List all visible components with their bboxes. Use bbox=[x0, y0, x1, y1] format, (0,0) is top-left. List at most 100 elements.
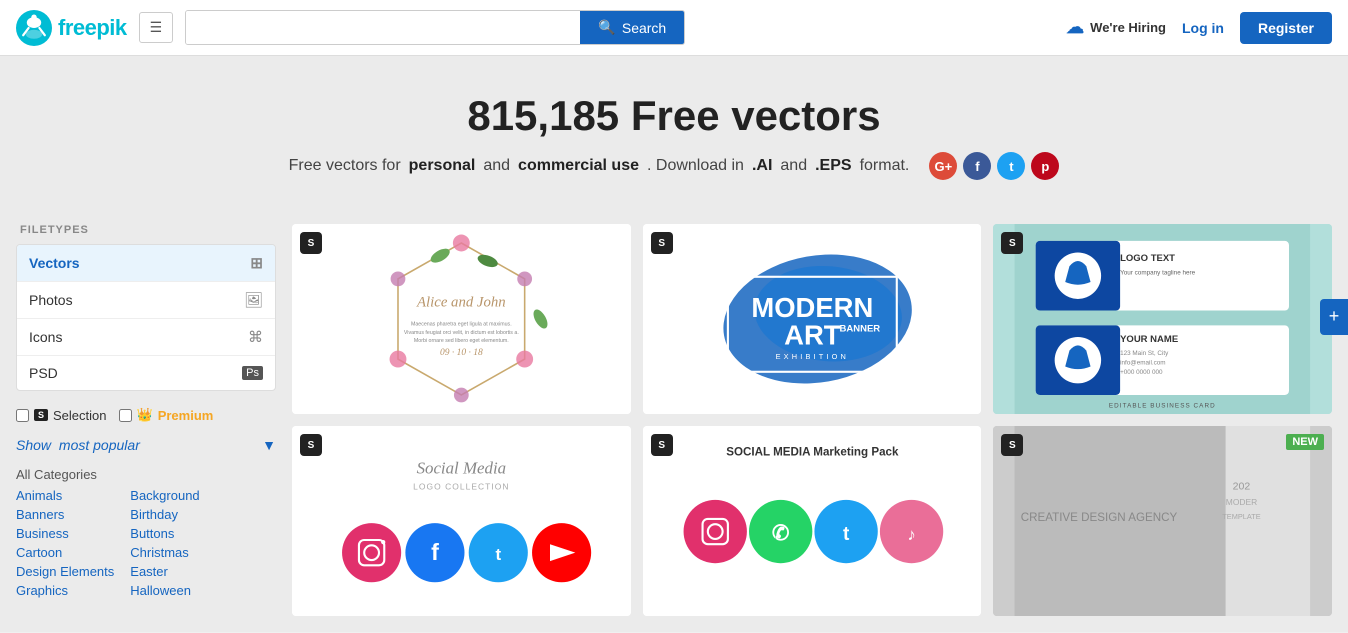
svg-text:ART: ART bbox=[784, 319, 841, 350]
subtitle-start: Free vectors for bbox=[289, 157, 401, 175]
search-btn-label: Search bbox=[622, 20, 666, 36]
search-button[interactable]: 🔍 Search bbox=[580, 11, 684, 44]
svg-text:TEMPLATE: TEMPLATE bbox=[1223, 512, 1261, 521]
svg-text:Maecenas pharetra eget ligula: Maecenas pharetra eget ligula at maximus… bbox=[411, 321, 512, 327]
grid-item-2[interactable]: S MODERN ART BANNER EXHIBITION bbox=[643, 224, 982, 414]
svg-text:+000 0000 000: +000 0000 000 bbox=[1120, 369, 1163, 376]
bold-eps: .EPS bbox=[815, 157, 851, 175]
mid-and: and bbox=[483, 157, 510, 175]
hamburger-button[interactable]: ☰ bbox=[139, 12, 174, 43]
pinterest-link[interactable]: p bbox=[1031, 152, 1059, 180]
svg-text:t: t bbox=[843, 524, 850, 545]
svg-text:Morbi ornare sed libero eget e: Morbi ornare sed libero eget elementum. bbox=[414, 338, 509, 344]
register-button[interactable]: Register bbox=[1240, 12, 1332, 44]
cat-birthday[interactable]: Birthday bbox=[130, 507, 199, 522]
grid-item-6[interactable]: S NEW 202 MODER TEMPLATE CREATIVE DESIGN… bbox=[993, 426, 1332, 616]
cat-buttons[interactable]: Buttons bbox=[130, 526, 199, 541]
s-badge-6: S bbox=[1001, 434, 1023, 456]
s-badge-4: S bbox=[300, 434, 322, 456]
svg-text:LOGO TEXT: LOGO TEXT bbox=[1120, 253, 1175, 264]
svg-text:123 Main St, City: 123 Main St, City bbox=[1120, 350, 1169, 357]
filetype-vectors[interactable]: Vectors ⊞ bbox=[17, 245, 275, 282]
logo-icon bbox=[16, 10, 52, 46]
hiring-link[interactable]: ☁ We're Hiring bbox=[1066, 17, 1166, 38]
cloud-icon: ☁ bbox=[1066, 17, 1084, 38]
most-popular-label: most popular bbox=[59, 437, 140, 453]
premium-checkbox[interactable] bbox=[119, 409, 132, 422]
cat-christmas[interactable]: Christmas bbox=[130, 545, 199, 560]
grid-item-2-inner: S MODERN ART BANNER EXHIBITION bbox=[643, 224, 982, 414]
grid-item-5[interactable]: S SOCIAL MEDIA Marketing Pack ✆ t bbox=[643, 426, 982, 616]
filetype-psd[interactable]: PSD Ps bbox=[17, 356, 275, 390]
svg-text:MODER: MODER bbox=[1226, 497, 1257, 507]
facebook-link[interactable]: f bbox=[963, 152, 991, 180]
cat-banners[interactable]: Banners bbox=[16, 507, 114, 522]
filetype-psd-label: PSD bbox=[29, 365, 58, 381]
selection-filter[interactable]: S Selection bbox=[16, 408, 107, 423]
hero-title: 815,185 Free vectors bbox=[16, 92, 1332, 140]
expand-sidebar-button[interactable]: + bbox=[1320, 299, 1348, 335]
svg-text:Alice and John: Alice and John bbox=[416, 294, 506, 310]
floral-svg: Alice and John Maecenas pharetra eget li… bbox=[292, 224, 631, 414]
logo[interactable]: freepik bbox=[16, 10, 127, 46]
grid-item-4[interactable]: S Social Media LOGO COLLECTION f t bbox=[292, 426, 631, 616]
categories-section: All Categories Animals Banners Business … bbox=[16, 467, 276, 598]
grid-item-1[interactable]: S bbox=[292, 224, 631, 414]
filetype-icons[interactable]: Icons ⌘ bbox=[17, 319, 275, 356]
logo-text: freepik bbox=[58, 15, 127, 41]
s-badge-5: S bbox=[651, 434, 673, 456]
filetypes-title: FILETYPES bbox=[16, 224, 276, 236]
premium-crown-icon: 👑 bbox=[137, 407, 153, 423]
business-svg: LOGO TEXT Your company tagline here YOUR… bbox=[993, 224, 1332, 414]
cat-animals[interactable]: Animals bbox=[16, 488, 114, 503]
svg-text:CREATIVE DESIGN AGENCY: CREATIVE DESIGN AGENCY bbox=[1021, 511, 1178, 524]
cat-graphics[interactable]: Graphics bbox=[16, 583, 114, 598]
cat-business[interactable]: Business bbox=[16, 526, 114, 541]
filetype-list: Vectors ⊞ Photos 🖼 Icons ⌘ PSD Ps bbox=[16, 244, 276, 391]
cat-easter[interactable]: Easter bbox=[130, 564, 199, 579]
hero-section: 815,185 Free vectors Free vectors for pe… bbox=[0, 56, 1348, 208]
cat-halloween[interactable]: Halloween bbox=[130, 583, 199, 598]
category-col-1: Animals Banners Business Cartoon Design … bbox=[16, 488, 114, 598]
show-label: Show bbox=[16, 437, 51, 453]
search-input[interactable] bbox=[186, 11, 580, 44]
dropdown-arrow-icon: ▼ bbox=[262, 437, 276, 453]
s-badge-1: S bbox=[300, 232, 322, 254]
filetype-photos[interactable]: Photos 🖼 bbox=[17, 282, 275, 319]
hero-subtitle: Free vectors for personal and commercial… bbox=[16, 152, 1332, 180]
grid-item-3[interactable]: S LOGO TEXT Your company tagline here bbox=[993, 224, 1332, 414]
hiring-label: We're Hiring bbox=[1090, 20, 1166, 35]
premium-filter[interactable]: 👑 Premium bbox=[119, 407, 214, 423]
filetype-vectors-label: Vectors bbox=[29, 255, 80, 271]
cat-design-elements[interactable]: Design Elements bbox=[16, 564, 114, 579]
cat-background[interactable]: Background bbox=[130, 488, 199, 503]
selection-checkbox[interactable] bbox=[16, 409, 29, 422]
new-svg: 202 MODER TEMPLATE CREATIVE DESIGN AGENC… bbox=[993, 426, 1332, 616]
twitter-link[interactable]: t bbox=[997, 152, 1025, 180]
image-grid: S bbox=[292, 224, 1332, 616]
svg-text:202: 202 bbox=[1233, 480, 1251, 492]
header-right: ☁ We're Hiring Log in Register bbox=[1066, 12, 1332, 44]
svg-text:info@email.com: info@email.com bbox=[1120, 359, 1165, 366]
login-label: Log in bbox=[1182, 20, 1224, 36]
social-svg: Social Media LOGO COLLECTION f t bbox=[292, 426, 631, 616]
grid-item-6-inner: S NEW 202 MODER TEMPLATE CREATIVE DESIGN… bbox=[993, 426, 1332, 616]
format-text: format. bbox=[860, 157, 910, 175]
bold-ai: .AI bbox=[752, 157, 772, 175]
pack-svg: SOCIAL MEDIA Marketing Pack ✆ t ♪ bbox=[643, 426, 982, 616]
register-label: Register bbox=[1258, 20, 1314, 36]
sidebar: FILETYPES Vectors ⊞ Photos 🖼 Icons ⌘ PSD… bbox=[16, 224, 276, 616]
login-link[interactable]: Log in bbox=[1182, 20, 1224, 36]
photos-icon: 🖼 bbox=[244, 291, 263, 309]
filetype-icons-label: Icons bbox=[29, 329, 62, 345]
cat-cartoon[interactable]: Cartoon bbox=[16, 545, 114, 560]
bold-personal: personal bbox=[409, 157, 476, 175]
s-badge-2: S bbox=[651, 232, 673, 254]
show-popular-toggle[interactable]: Show most popular ▼ bbox=[16, 437, 276, 453]
google-plus-link[interactable]: G+ bbox=[929, 152, 957, 180]
s-badge-3: S bbox=[1001, 232, 1023, 254]
search-bar: 🔍 Search bbox=[185, 10, 685, 45]
all-categories-link[interactable]: All Categories bbox=[16, 467, 276, 482]
and-text: and bbox=[780, 157, 807, 175]
svg-text:Social Media: Social Media bbox=[417, 459, 507, 478]
